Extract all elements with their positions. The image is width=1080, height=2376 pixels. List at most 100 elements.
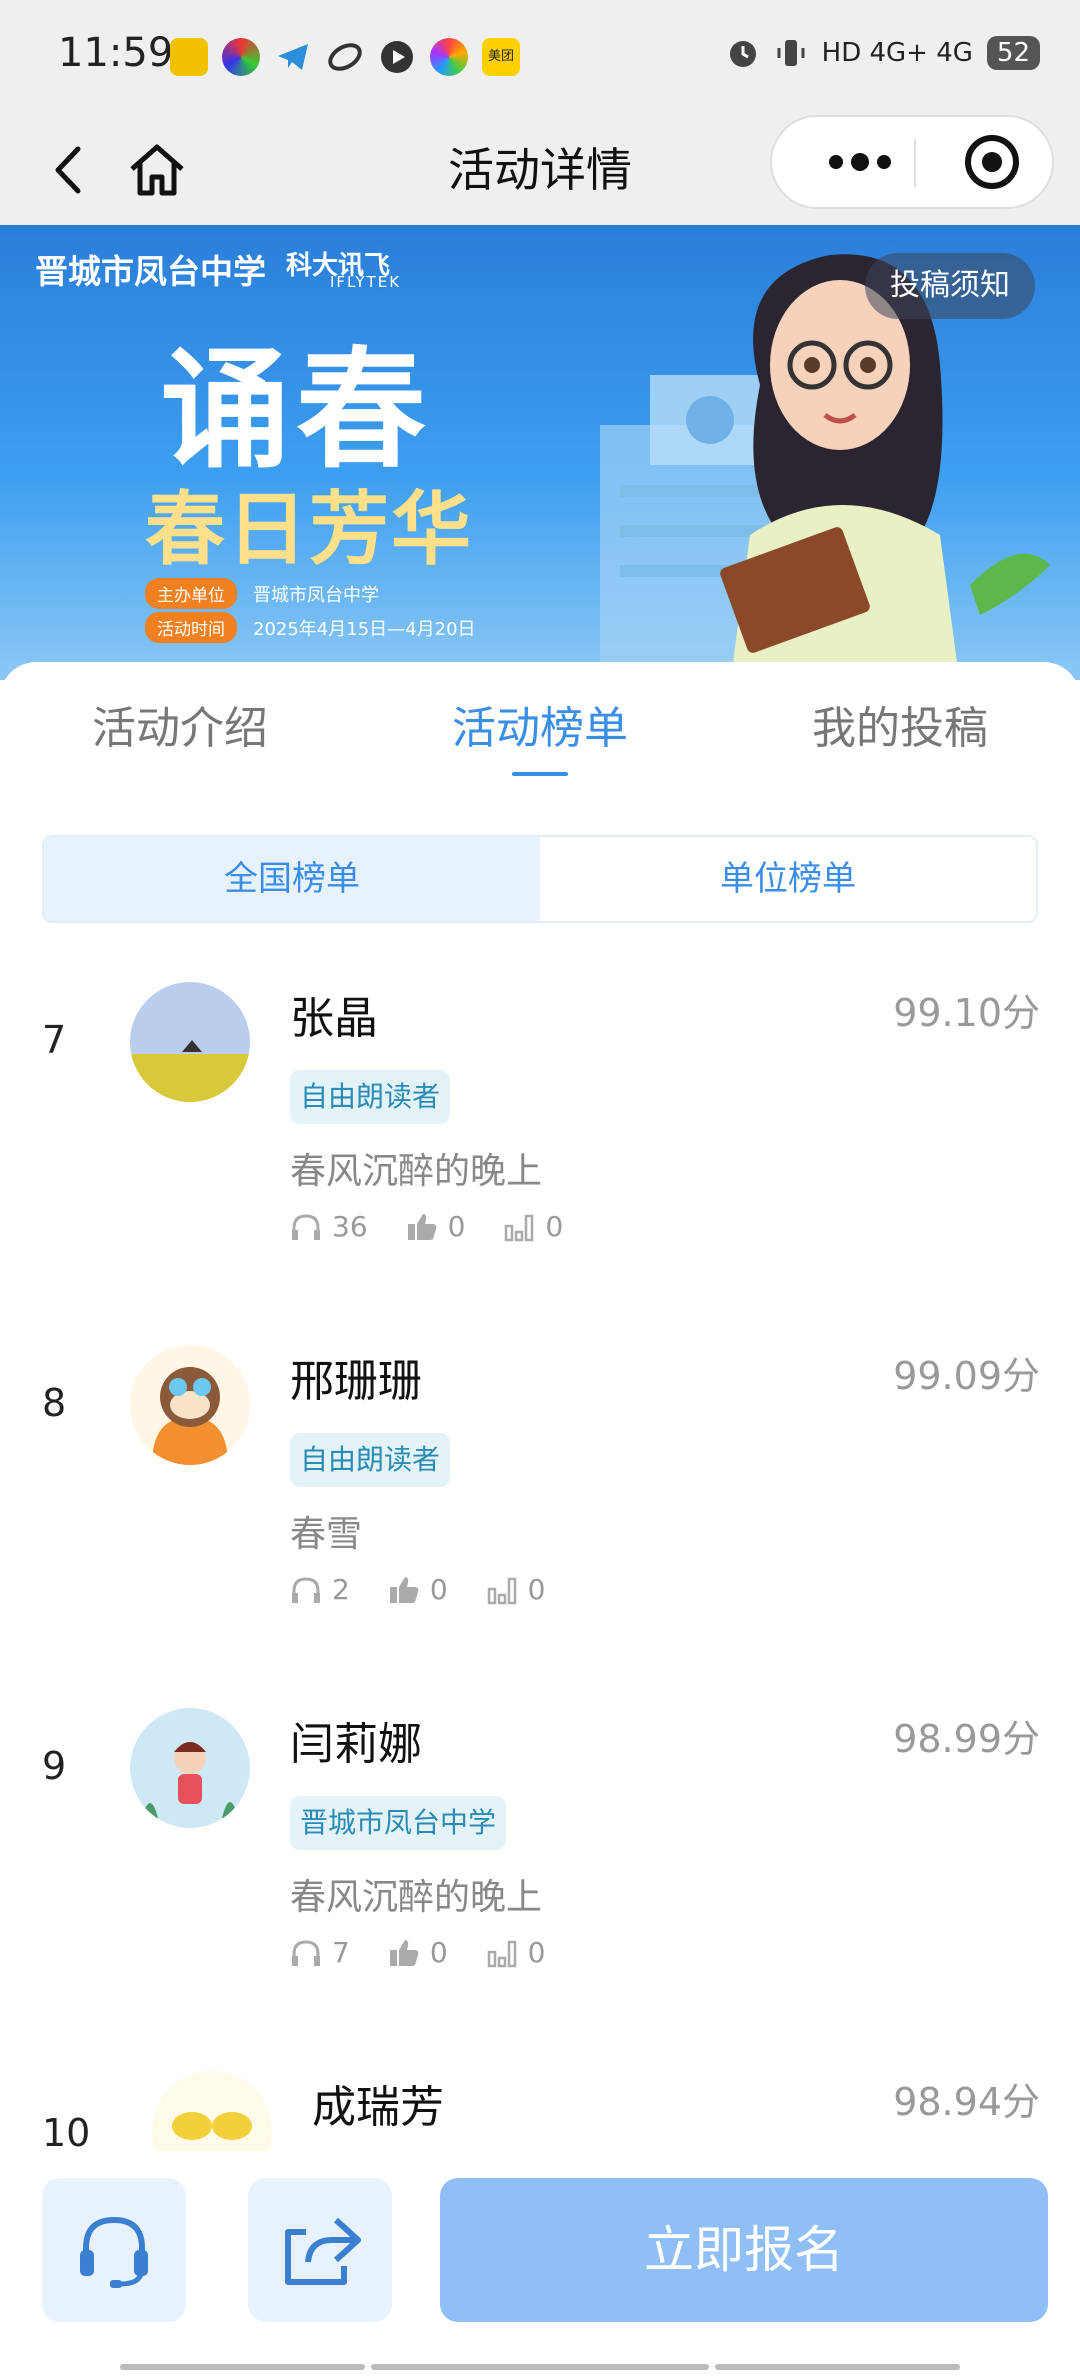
submission-notice-button[interactable]: 投稿须知 (865, 253, 1035, 319)
listens-count: 7 (332, 1936, 350, 1969)
avatar[interactable] (152, 2071, 272, 2151)
contestant-badge: 自由朗读者 (290, 1433, 451, 1487)
contestant-name: 张晶 (290, 993, 378, 1044)
contestant-score: 98.94分 (893, 2080, 1040, 2124)
work-stats: 7 0 0 (290, 1936, 583, 1969)
headphones-icon (292, 1939, 320, 1966)
subtab-unit[interactable]: 单位榜单 (540, 837, 1036, 921)
listens-stat: 7 (290, 1936, 350, 1969)
back-button[interactable] (40, 135, 100, 205)
tab-leaderboard[interactable]: 活动榜单 (452, 692, 628, 756)
more-button[interactable] (802, 117, 912, 207)
active-tab-indicator (512, 772, 568, 776)
subtab-national[interactable]: 全国榜单 (44, 837, 540, 921)
rank-number: 7 (42, 1018, 67, 1062)
home-button[interactable] (122, 135, 192, 205)
status-time: 11:59 (58, 30, 174, 76)
tool-app-icon (170, 38, 208, 76)
meituan-icon: 美团 (482, 38, 520, 76)
system-icons: HD 4G+ 4G 52 (726, 36, 1040, 70)
bar-chart-icon (487, 1940, 516, 1967)
leaderboard-subtabs: 全国榜单 单位榜单 (42, 835, 1038, 923)
signal-text: HD 4G+ 4G (821, 38, 973, 68)
list-item[interactable]: 10 成瑞芳 98.94分 (0, 2071, 1080, 2151)
gesture-bar (371, 2364, 709, 2370)
listens-stat: 36 (290, 1210, 368, 1243)
time-value: 2025年4月15日—4月20日 (253, 618, 476, 640)
bottom-action-bar: 立即报名 (0, 2152, 1080, 2376)
gesture-bar (120, 2364, 365, 2370)
avatar[interactable] (130, 1708, 250, 1828)
time-tag: 活动时间 (145, 612, 237, 643)
avatar[interactable] (130, 982, 250, 1102)
listens-count: 2 (332, 1573, 350, 1606)
more-dots-icon (829, 153, 891, 171)
signup-button[interactable]: 立即报名 (440, 2178, 1048, 2322)
notification-icons: 美团 (170, 38, 520, 76)
miniprogram-capsule (770, 115, 1054, 209)
contestant-score: 98.99分 (893, 1717, 1040, 1761)
contestant-score: 99.09分 (893, 1354, 1040, 1398)
contestant-badge: 晋城市凤台中学 (290, 1796, 507, 1850)
thumbs-up-icon (389, 1576, 419, 1603)
contestant-name: 邢珊珊 (290, 1356, 422, 1407)
banner-brand-sub: IFLYTEK (330, 273, 402, 291)
work-title[interactable]: 春风沉醉的晚上 (290, 1868, 542, 1920)
video-app-icon (378, 38, 416, 76)
avatar[interactable] (130, 1345, 250, 1465)
customer-service-button[interactable] (42, 2178, 186, 2322)
work-title[interactable]: 春风沉醉的晚上 (290, 1142, 542, 1194)
list-item[interactable]: 9 闫莉娜 98.99分 晋城市凤台中学 春风沉醉的晚上 7 0 0 (0, 1708, 1080, 2068)
tab-activity-intro[interactable]: 活动介绍 (92, 692, 268, 756)
tab-my-submissions[interactable]: 我的投稿 (812, 692, 988, 756)
gesture-bar (715, 2364, 960, 2370)
pay-app-icon (326, 38, 364, 76)
votes-stat: 0 (486, 1573, 545, 1606)
list-item[interactable]: 7 张晶 99.10分 自由朗读者 春风沉醉的晚上 36 0 0 (0, 982, 1080, 1342)
listens-count: 36 (332, 1210, 368, 1243)
likes-count: 0 (429, 1573, 448, 1606)
rank-number: 9 (42, 1744, 67, 1788)
likes-count: 0 (429, 1936, 448, 1969)
list-item[interactable]: 8 邢珊珊 99.09分 自由朗读者 春雪 2 0 0 (0, 1345, 1080, 1705)
home-icon (130, 144, 184, 196)
banner-school: 晋城市凤台中学 (35, 252, 266, 291)
headphones-icon (292, 1213, 320, 1240)
bar-chart-icon (505, 1214, 534, 1241)
work-stats: 36 0 0 (290, 1210, 601, 1243)
status-bar: 11:59 美团 HD 4G+ 4G 52 (0, 0, 1080, 115)
likes-stat[interactable]: 0 (388, 1573, 448, 1606)
likes-count: 0 (447, 1210, 466, 1243)
banner-subtitle: 春日芳华 (145, 483, 473, 576)
back-arrow-icon (55, 146, 81, 194)
nav-bar: 活动详情 (0, 115, 1080, 225)
contestant-name: 成瑞芳 (312, 2082, 444, 2133)
bar-chart-icon (487, 1577, 516, 1604)
photos-app-icon (430, 38, 468, 76)
organizer-row: 主办单位 晋城市凤台中学 (145, 578, 379, 609)
share-icon (285, 2217, 361, 2285)
rank-number: 10 (42, 2111, 91, 2151)
headphones-icon (292, 1576, 320, 1603)
thumbs-up-icon (407, 1213, 436, 1240)
votes-stat: 0 (486, 1936, 546, 1969)
thumbs-up-icon (389, 1939, 419, 1966)
votes-count: 0 (527, 1936, 546, 1969)
share-button[interactable] (248, 2178, 392, 2322)
contestant-name: 闫莉娜 (290, 1719, 422, 1770)
close-miniprogram-button[interactable] (942, 117, 1042, 207)
color-app-icon (222, 38, 260, 76)
likes-stat[interactable]: 0 (388, 1936, 448, 1969)
organizer-value: 晋城市凤台中学 (253, 584, 379, 606)
organizer-tag: 主办单位 (145, 578, 237, 609)
work-title[interactable]: 春雪 (290, 1505, 362, 1557)
content-sheet: 活动介绍 活动榜单 我的投稿 全国榜单 单位榜单 7 张晶 99.10分 自由朗… (0, 662, 1080, 2152)
telegram-icon (274, 38, 312, 76)
contestant-score: 99.10分 (893, 991, 1040, 1035)
time-row: 活动时间 2025年4月15日—4月20日 (145, 612, 476, 643)
activity-banner: 晋城市凤台中学 科大讯飞 IFLYTEK 诵春 春日芳华 主办单位 晋城市凤台中… (0, 225, 1080, 680)
headset-icon (80, 2216, 148, 2288)
work-stats: 2 0 0 (290, 1573, 583, 1606)
listens-stat: 2 (290, 1573, 350, 1606)
likes-stat[interactable]: 0 (406, 1210, 466, 1243)
